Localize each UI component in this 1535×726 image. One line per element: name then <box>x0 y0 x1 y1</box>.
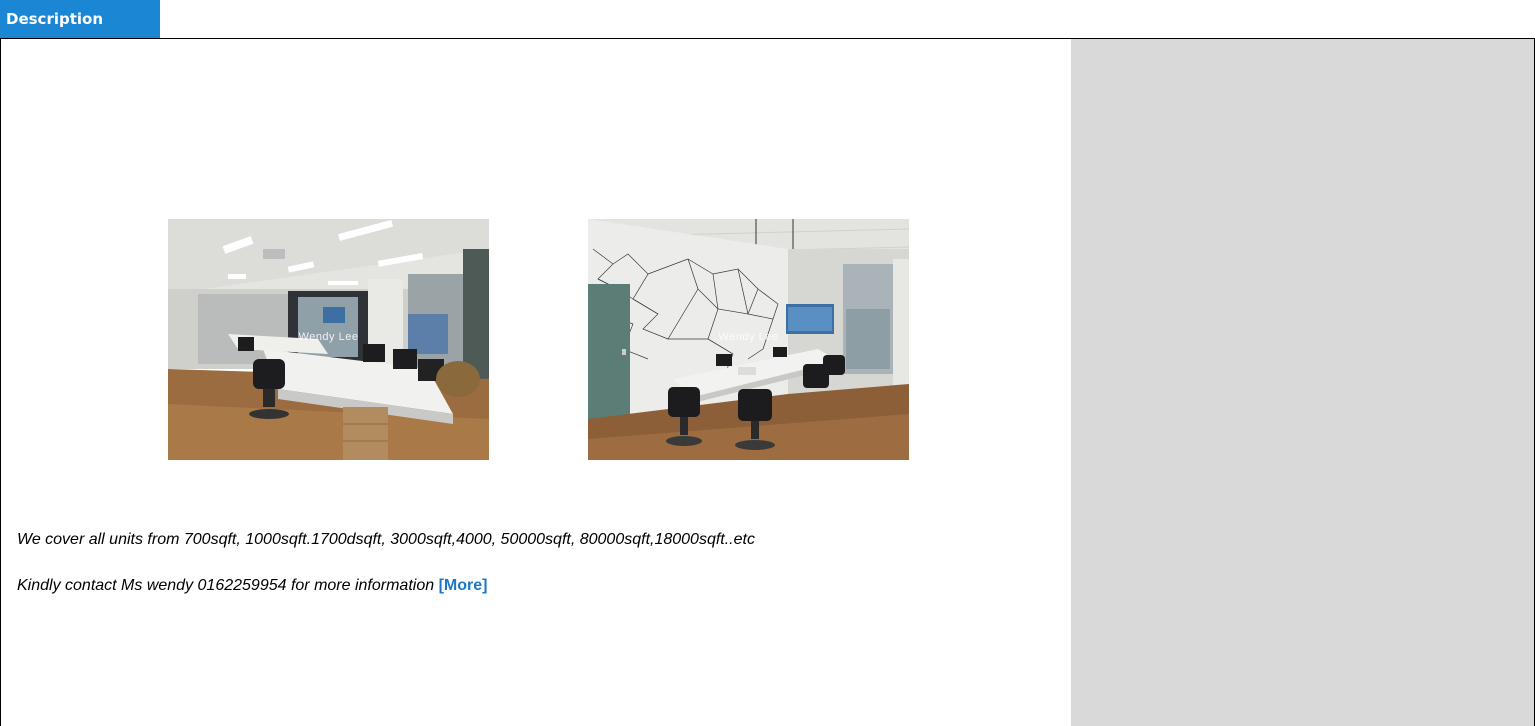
side-panel <box>1071 38 1535 726</box>
description-tab[interactable]: Description <box>0 0 160 38</box>
listing-photo-open-office[interactable]: Wendy Lee <box>168 219 489 460</box>
description-panel: Wendy Lee Wendy Lee We cover all units f… <box>0 38 1072 726</box>
description-tab-label: Description <box>6 10 104 28</box>
photo-watermark: Wendy Lee <box>298 331 359 343</box>
more-link[interactable]: [More] <box>439 577 488 594</box>
description-text-line-2: Kindly contact Ms wendy 0162259954 for m… <box>17 577 487 595</box>
photo-watermark: Wendy Lee <box>718 331 779 343</box>
description-text-line-1: We cover all units from 700sqft, 1000sqf… <box>17 531 755 548</box>
listing-photo-meeting-room[interactable]: Wendy Lee <box>588 219 909 460</box>
description-text-line-2-text: Kindly contact Ms wendy 0162259954 for m… <box>17 577 435 594</box>
